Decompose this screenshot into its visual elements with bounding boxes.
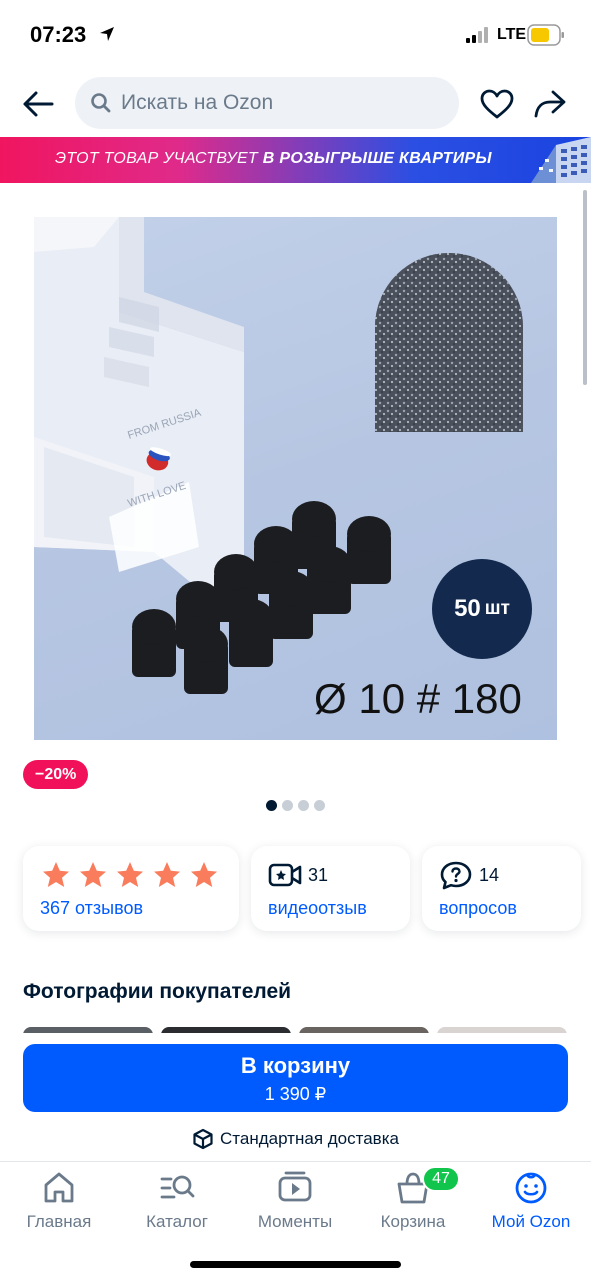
rating-stars [41, 860, 219, 890]
smile-account-icon [515, 1172, 547, 1204]
question-bubble-icon [440, 861, 472, 890]
star-icon [117, 862, 143, 887]
tab-moments-label: Моменты [257, 1212, 333, 1231]
building-icon [531, 137, 591, 183]
tab-cart-label: Корзина [380, 1212, 446, 1231]
catalog-search-icon [160, 1175, 195, 1199]
delivery-label: Стандартная доставка [220, 1129, 399, 1148]
share-arrow-icon [534, 90, 566, 118]
moments-play-icon [278, 1171, 312, 1202]
signal-icon [466, 27, 488, 43]
box-icon [193, 1128, 213, 1150]
add-to-cart-label: В корзину [240, 1053, 351, 1078]
tab-catalog-label: Каталог [146, 1212, 208, 1231]
video-count: 31 [308, 865, 329, 885]
gallery-dot[interactable] [298, 800, 309, 811]
tab-moments[interactable]: Моменты [236, 1170, 354, 1232]
tab-catalog[interactable]: Каталог [118, 1170, 236, 1232]
cart-count-badge: 47 [422, 1166, 460, 1192]
delivery-info[interactable]: Стандартная доставка [0, 1128, 591, 1150]
questions-link[interactable]: вопросов [439, 898, 517, 919]
back-button[interactable] [18, 84, 58, 124]
battery-icon [527, 24, 564, 46]
home-icon [44, 1172, 74, 1203]
discount-badge: −20% [23, 760, 89, 789]
gallery-dot[interactable] [266, 800, 277, 811]
product-image[interactable]: FROM RUSSIA WITH LOVE 50 шт Ø 10 # 180 [34, 217, 557, 740]
home-indicator[interactable] [190, 1261, 401, 1268]
gallery-dot[interactable] [314, 800, 325, 811]
search-bar[interactable] [75, 77, 459, 129]
quantity-unit: шт [484, 598, 510, 619]
star-icon [43, 862, 69, 887]
quantity-value: 50 [454, 595, 481, 622]
promo-text-regular: ЭТОТ ТОВАР УЧАСТВУЕТ [55, 150, 263, 167]
product-photo: FROM RUSSIA WITH LOVE [34, 217, 523, 694]
promo-text: ЭТОТ ТОВАР УЧАСТВУЕТ В РОЗЫГРЫШЕ КВАРТИР… [55, 150, 492, 168]
rating-card[interactable]: 367 отзывов [23, 846, 239, 931]
tab-home-label: Главная [26, 1212, 92, 1231]
gallery-dot[interactable] [282, 800, 293, 811]
price: 1 390 ₽ [264, 1084, 327, 1104]
back-arrow-icon [23, 91, 54, 117]
customer-photos-title: Фотографии покупателей [23, 980, 292, 1003]
tab-home[interactable]: Главная [0, 1170, 118, 1232]
heart-icon [480, 89, 514, 119]
star-icon [154, 862, 180, 887]
purchase-panel: В корзину 1 390 ₽ Стандартная доставка [0, 1033, 591, 1161]
video-reviews-link[interactable]: видеоотзыв [268, 898, 367, 919]
search-header [0, 70, 591, 136]
search-icon [91, 93, 111, 113]
promo-banner[interactable]: ЭТОТ ТОВАР УЧАСТВУЕТ В РОЗЫГРЫШЕ КВАРТИР… [0, 137, 591, 183]
video-reviews-card[interactable]: 31 видеоотзыв [251, 846, 410, 931]
favorite-button[interactable] [477, 84, 517, 124]
search-input[interactable] [121, 91, 421, 115]
status-time: 07:23 [30, 22, 87, 47]
questions-count: 14 [479, 865, 500, 885]
tab-my-ozon[interactable]: Мой Ozon [472, 1170, 590, 1232]
gallery-pagination[interactable] [266, 800, 325, 811]
video-review-icon [268, 863, 302, 887]
promo-text-bold: В РОЗЫГРЫШЕ КВАРТИРЫ [262, 150, 492, 167]
share-button[interactable] [530, 84, 570, 124]
add-to-cart-button[interactable]: В корзину 1 390 ₽ [23, 1044, 568, 1112]
reviews-link[interactable]: 367 отзывов [40, 898, 143, 919]
location-arrow-icon [100, 27, 114, 41]
status-bar: 07:23 LTE [0, 0, 591, 70]
page-scrollbar[interactable] [583, 190, 587, 385]
spec-text: Ø 10 # 180 [314, 675, 522, 722]
questions-card[interactable]: 14 вопросов [422, 846, 581, 931]
tab-cart[interactable]: 47 Корзина [354, 1166, 472, 1232]
star-icon [191, 862, 217, 887]
network-type: LTE [497, 26, 527, 43]
star-icon [80, 862, 106, 887]
tab-my-ozon-label: Мой Ozon [491, 1212, 571, 1231]
quantity-badge: 50 шт [432, 559, 532, 659]
